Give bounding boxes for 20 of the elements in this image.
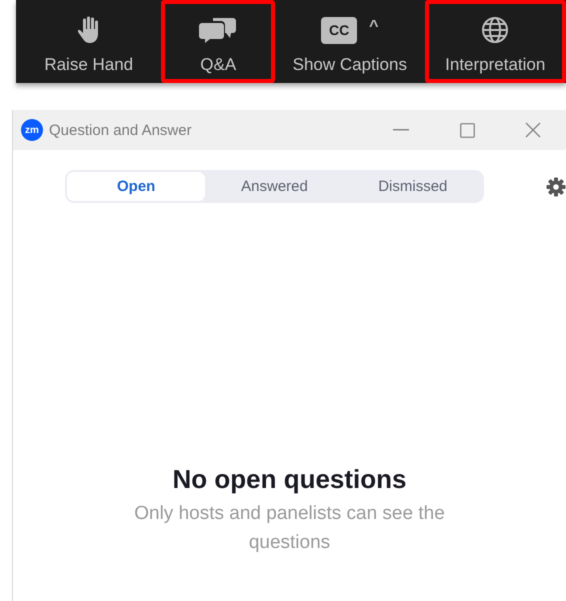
empty-state-message: Only hosts and panelists can see the questions xyxy=(133,502,446,555)
empty-state-heading: No open questions xyxy=(172,464,406,495)
tab[interactable]: Open xyxy=(67,172,206,201)
minimize-icon[interactable] xyxy=(393,129,409,131)
close-icon[interactable] xyxy=(525,122,541,138)
tab[interactable]: Dismissed xyxy=(344,172,482,201)
toolbar-button[interactable]: Raise Hand xyxy=(16,0,162,83)
caret-icon[interactable]: ^ xyxy=(369,18,378,36)
toolbar-button[interactable]: CC ^ Show Captions xyxy=(275,0,424,83)
toolbar-button[interactable]: Q&A xyxy=(161,0,276,83)
window-title: Question and Answer xyxy=(49,122,193,138)
speech-bubbles-icon xyxy=(199,16,238,44)
raised-hand-icon xyxy=(78,16,100,44)
captions-icon: CC xyxy=(321,16,358,44)
settings-icon[interactable] xyxy=(546,176,566,196)
toolbar-button[interactable]: Interpretation xyxy=(424,0,566,83)
globe-icon xyxy=(481,16,510,44)
tab[interactable]: Answered xyxy=(205,172,344,201)
app-logo: zm xyxy=(21,119,43,141)
maximize-icon[interactable] xyxy=(460,122,474,138)
